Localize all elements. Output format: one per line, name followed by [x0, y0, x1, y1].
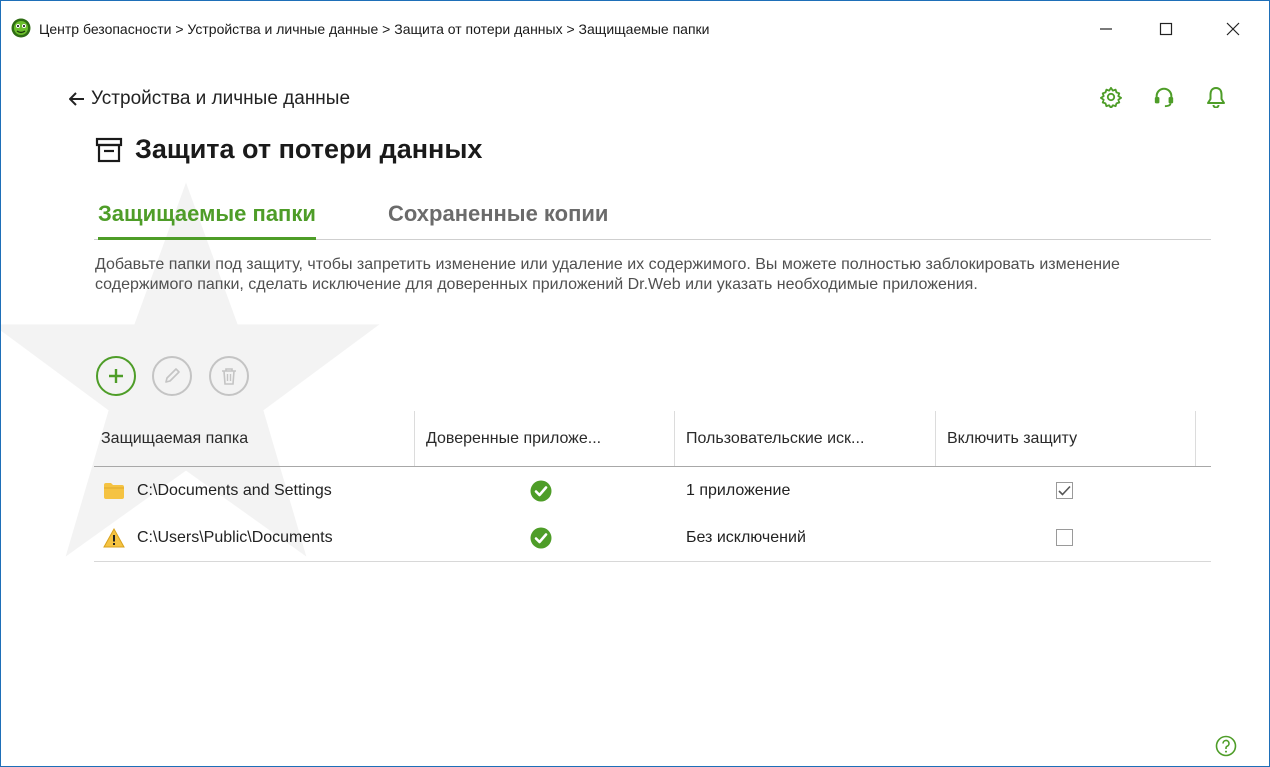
- column-header-user-exceptions[interactable]: Пользовательские иск...: [679, 411, 934, 466]
- checkmark-icon: [1058, 485, 1071, 496]
- check-circle-icon: [530, 527, 552, 548]
- minimize-button[interactable]: [1091, 15, 1121, 43]
- edit-folder-button[interactable]: [152, 356, 192, 396]
- app-window: Центр безопасности > Устройства и личные…: [0, 0, 1270, 767]
- folder-path: C:\Documents and Settings: [137, 481, 332, 499]
- column-divider[interactable]: [674, 411, 675, 466]
- trusted-apps-cell: [530, 514, 552, 561]
- edit-icon: [165, 368, 180, 383]
- add-icon: [109, 369, 123, 383]
- minimize-icon: [1100, 28, 1112, 30]
- notifications-button[interactable]: [1204, 85, 1228, 109]
- enable-protection-cell: [1056, 514, 1073, 561]
- exceptions-cell: Без исключений: [686, 528, 806, 546]
- help-icon[interactable]: [1215, 735, 1237, 757]
- check-circle-icon: [530, 480, 552, 501]
- delete-folder-button[interactable]: [209, 356, 249, 396]
- support-button[interactable]: [1152, 85, 1176, 109]
- back-link-label: Устройства и личные данные: [91, 88, 351, 109]
- close-button[interactable]: [1218, 15, 1248, 43]
- exceptions-cell: 1 приложение: [686, 481, 791, 499]
- folder-path: C:\Users\Public\Documents: [137, 528, 333, 546]
- maximize-button[interactable]: [1151, 15, 1181, 43]
- back-link[interactable]: Устройства и личные данные: [69, 88, 350, 110]
- tab-saved-copies[interactable]: Сохраненные копии: [388, 201, 608, 237]
- tab-bar: Защищаемые папки Сохраненные копии: [94, 197, 1211, 240]
- archive-box-icon: [95, 137, 123, 162]
- enable-protection-checkbox[interactable]: [1056, 482, 1073, 499]
- drweb-logo-icon: [11, 18, 31, 38]
- settings-button[interactable]: [1099, 85, 1123, 109]
- enable-protection-cell: [1056, 467, 1073, 514]
- column-divider[interactable]: [1195, 411, 1196, 466]
- gear-icon: [1100, 86, 1122, 108]
- trusted-apps-cell: [530, 467, 552, 514]
- protected-folders-table: Защищаемая папка Доверенные приложе... П…: [94, 411, 1211, 562]
- page-header: Защита от потери данных: [95, 134, 482, 165]
- page-title: Защита от потери данных: [135, 134, 483, 164]
- warning-icon: [103, 527, 125, 547]
- table-row[interactable]: C:\Documents and Settings 1 приложение: [94, 467, 1211, 514]
- bell-icon: [1207, 87, 1225, 108]
- title-bar: Центр безопасности > Устройства и личные…: [1, 1, 1269, 61]
- close-icon: [1226, 22, 1240, 36]
- table-row[interactable]: C:\Users\Public\Documents Без исключений: [94, 514, 1211, 562]
- column-divider[interactable]: [414, 411, 415, 466]
- headset-icon: [1154, 87, 1174, 108]
- column-header-enable-protection[interactable]: Включить защиту: [940, 411, 1195, 466]
- delete-icon: [222, 368, 236, 385]
- folder-cell: C:\Users\Public\Documents: [103, 514, 333, 561]
- add-folder-button[interactable]: [96, 356, 136, 396]
- tab-protected-folders[interactable]: Защищаемые папки: [98, 201, 316, 240]
- column-header-trusted-apps[interactable]: Доверенные приложе...: [419, 411, 674, 466]
- folder-icon: [104, 482, 124, 499]
- arrow-left-icon: [69, 92, 84, 106]
- folder-cell: C:\Documents and Settings: [103, 467, 332, 514]
- column-header-folder[interactable]: Защищаемая папка: [94, 411, 414, 466]
- maximize-icon: [1159, 22, 1173, 36]
- column-divider[interactable]: [935, 411, 936, 466]
- enable-protection-checkbox[interactable]: [1056, 529, 1073, 546]
- window-title: Центр безопасности > Устройства и личные…: [39, 21, 710, 37]
- table-header: Защищаемая папка Доверенные приложе... П…: [94, 411, 1211, 467]
- description-text: Добавьте папки под защиту, чтобы запрети…: [95, 256, 1120, 293]
